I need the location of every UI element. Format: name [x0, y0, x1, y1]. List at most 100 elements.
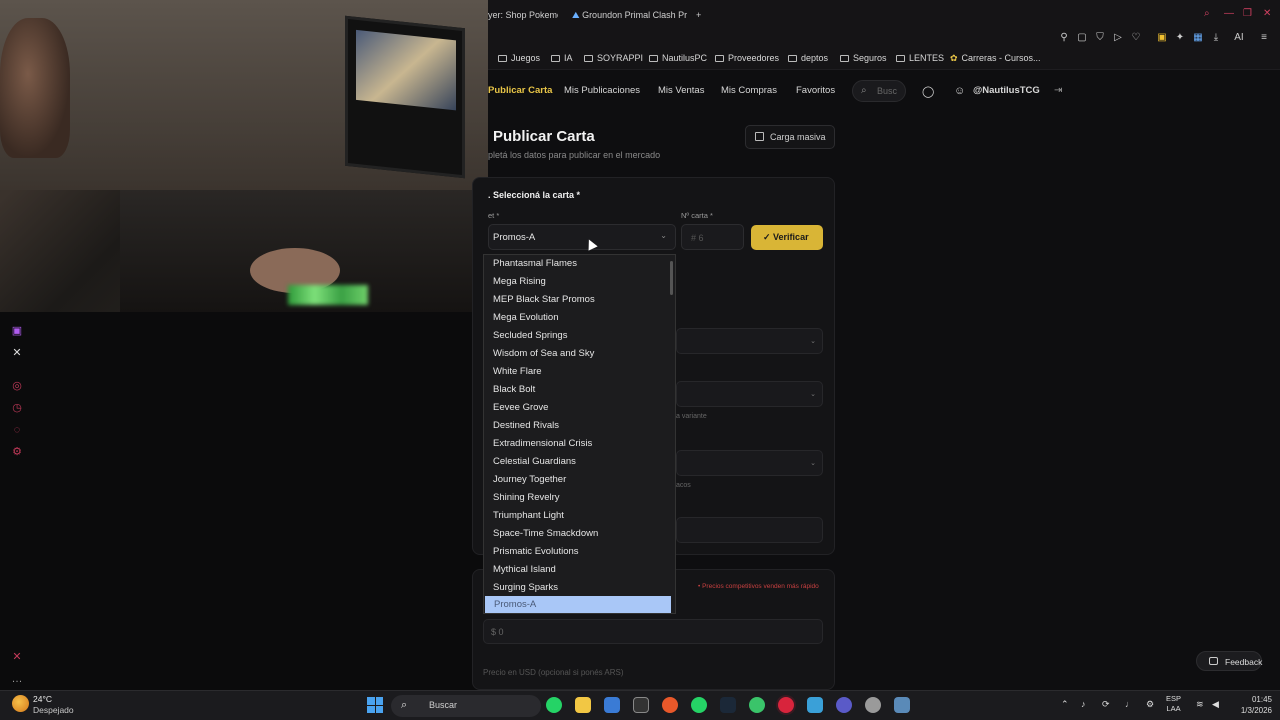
dropdown-option[interactable]: Mega Evolution	[484, 309, 672, 327]
dropdown-option[interactable]: Phantasmal Flames	[484, 255, 672, 273]
chat-icon[interactable]: ◯	[922, 85, 934, 98]
search-tabs-icon[interactable]: ⌕	[1204, 8, 1210, 19]
variant-select[interactable]: ⌄	[676, 381, 823, 407]
dropdown-option[interactable]: MEP Black Star Promos	[484, 291, 672, 309]
dropdown-option[interactable]: Journey Together	[484, 471, 672, 489]
dropdown-option[interactable]: Space-Time Smackdown	[484, 525, 672, 543]
app-icon[interactable]	[633, 697, 649, 713]
dropdown-option[interactable]: Black Bolt	[484, 381, 672, 399]
dropdown-option[interactable]: Shining Revelry	[484, 489, 672, 507]
snapshot-icon[interactable]: ▢	[1076, 32, 1088, 44]
language-select[interactable]: ⌄	[676, 450, 823, 476]
verify-button[interactable]: ✓ Verificar	[751, 225, 823, 250]
dropdown-option[interactable]: Celestial Guardians	[484, 453, 672, 471]
nav-mis-ventas[interactable]: Mis Ventas	[658, 85, 704, 96]
nav-search-input[interactable]: ⌕ Busc	[852, 80, 906, 102]
bookmark-carreras[interactable]: ✿ Carreras - Cursos...	[950, 53, 1041, 64]
show-hidden-icon[interactable]: ⌃	[1061, 699, 1069, 710]
nav-mis-compras[interactable]: Mis Compras	[721, 85, 777, 96]
dropdown-option-selected[interactable]: Promos-A	[485, 596, 671, 613]
wallet-icon[interactable]: ▣	[1156, 32, 1168, 44]
bookmark-proveedores[interactable]: Proveedores	[715, 53, 779, 63]
condition-select[interactable]: ⌄	[676, 328, 823, 354]
dropdown-option[interactable]: Surging Sparks	[484, 579, 672, 597]
store-icon[interactable]	[604, 697, 620, 713]
speaker-icon[interactable]: ♪	[1081, 699, 1086, 709]
feedback-button[interactable]: Feedback	[1196, 651, 1262, 671]
bookmark-deptos[interactable]: deptos	[788, 53, 828, 63]
quantity-input[interactable]	[676, 517, 823, 543]
volume-icon[interactable]: ◀	[1212, 699, 1219, 710]
firefox-icon[interactable]	[662, 697, 678, 713]
wifi-icon[interactable]: ≋	[1196, 699, 1204, 710]
dropdown-option[interactable]: Destined Rivals	[484, 417, 672, 435]
clock-icon[interactable]: ◷	[10, 401, 24, 415]
opera-gx-icon[interactable]	[778, 697, 794, 713]
language-indicator[interactable]: ESP LAA	[1166, 694, 1181, 714]
photos-icon[interactable]	[807, 697, 823, 713]
bookmark-ia[interactable]: IA	[551, 53, 573, 63]
x-icon[interactable]: ✕	[10, 346, 24, 360]
bookmark-soyrappi[interactable]: SOYRAPPI	[584, 53, 643, 63]
profile-image-icon[interactable]: ▦	[1192, 32, 1204, 44]
dropdown-option[interactable]: Secluded Springs	[484, 327, 672, 345]
start-button[interactable]	[367, 697, 383, 713]
more-icon[interactable]: …	[10, 672, 24, 686]
browser-icon[interactable]	[836, 697, 852, 713]
avatar[interactable]: ☺	[954, 85, 965, 97]
network-icon[interactable]: ⚙	[1146, 699, 1154, 710]
weather-temp[interactable]: 24°C	[33, 694, 52, 704]
card-number-input[interactable]: # 6	[681, 224, 744, 250]
taskbar-search[interactable]: ⌕ Buscar	[391, 695, 541, 717]
bookmark-lentes[interactable]: LENTES	[896, 53, 944, 63]
restore-icon[interactable]: ❐	[1243, 8, 1252, 19]
pin-icon[interactable]: ⚲	[1058, 32, 1070, 44]
dropdown-option[interactable]: Mythical Island	[484, 561, 672, 579]
dropdown-option[interactable]: Prismatic Evolutions	[484, 543, 672, 561]
chatgpt-icon[interactable]	[749, 697, 765, 713]
sync-icon[interactable]: ⟳	[1102, 699, 1110, 710]
dropdown-option[interactable]: Extradimensional Crisis	[484, 435, 672, 453]
tab-shop-pokemon[interactable]: yer: Shop Pokemon	[488, 6, 558, 24]
set-select[interactable]: Promos-A ⌄	[488, 224, 676, 250]
set-dropdown-list[interactable]: Phantasmal Flames Mega Rising MEP Black …	[483, 254, 676, 614]
messenger-icon[interactable]: ◌	[10, 423, 24, 437]
dropdown-option[interactable]: Mega Rising	[484, 273, 672, 291]
nav-publicar-carta[interactable]: Publicar Carta	[488, 85, 552, 96]
clock[interactable]: 01:45 1/3/2026	[1232, 694, 1272, 716]
dropdown-option[interactable]: Eevee Grove	[484, 399, 672, 417]
menu-icon[interactable]: ≡	[1258, 32, 1270, 44]
whatsapp-2-icon[interactable]	[691, 697, 707, 713]
tab-groundon[interactable]: ⛰ Groundon Primal Clash Pr	[572, 6, 690, 24]
play-icon[interactable]: ▷	[1112, 32, 1124, 44]
mic-icon[interactable]: ♩	[1125, 699, 1134, 709]
extensions-icon[interactable]: ✦	[1174, 32, 1186, 44]
dropdown-option[interactable]: White Flare	[484, 363, 672, 381]
minimize-icon[interactable]: —	[1224, 8, 1234, 19]
price-ars-input[interactable]: $ 0	[483, 619, 823, 644]
new-tab-button[interactable]: +	[696, 6, 708, 24]
settings-icon[interactable]: ⚙	[10, 445, 24, 459]
weather-desc[interactable]: Despejado	[33, 705, 74, 715]
username[interactable]: @NautilusTCG	[973, 85, 1040, 96]
ai-button[interactable]: AI	[1230, 32, 1248, 44]
logout-icon[interactable]: ⇥	[1054, 85, 1062, 96]
calculator-icon[interactable]	[894, 697, 910, 713]
dropdown-option[interactable]: Wisdom of Sea and Sky	[484, 345, 672, 363]
sidebar-circle-icon[interactable]: ◎	[10, 379, 24, 393]
whatsapp-icon[interactable]	[546, 697, 562, 713]
dropdown-option[interactable]: Triumphant Light	[484, 507, 672, 525]
bulk-upload-button[interactable]: Carga masiva	[745, 125, 835, 149]
twitch-icon[interactable]: ▣	[10, 324, 24, 338]
steam-icon[interactable]	[720, 697, 736, 713]
nav-favoritos[interactable]: Favoritos	[796, 85, 835, 96]
bookmark-nautiluspc[interactable]: NautilusPC	[649, 53, 707, 63]
weather-icon[interactable]	[12, 695, 29, 712]
gx-icon[interactable]: ✕	[10, 650, 24, 664]
chat-app-icon[interactable]	[865, 697, 881, 713]
close-icon[interactable]: ✕	[1263, 8, 1271, 19]
download-icon[interactable]: ⤓	[1210, 32, 1222, 44]
nav-mis-publicaciones[interactable]: Mis Publicaciones	[564, 85, 640, 96]
shield-icon[interactable]: ⛉	[1094, 32, 1106, 44]
bookmark-juegos[interactable]: Juegos	[498, 53, 540, 63]
